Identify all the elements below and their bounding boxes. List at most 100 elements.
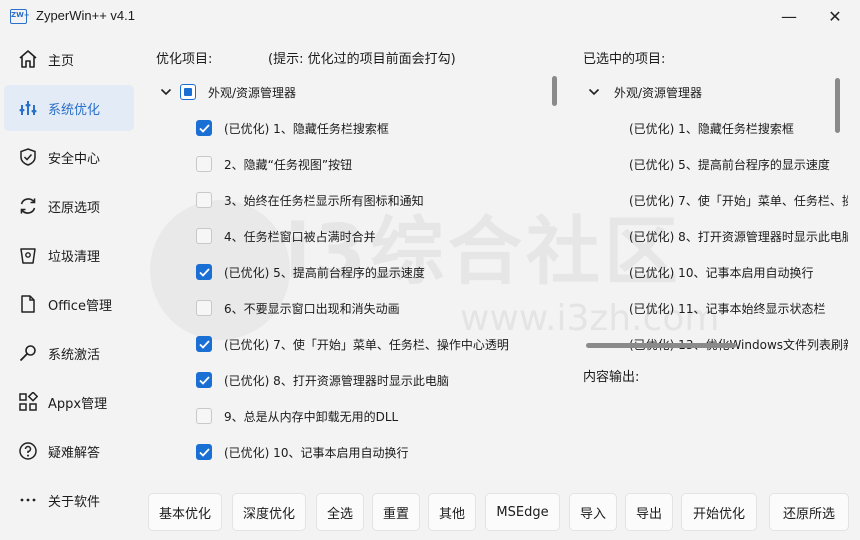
sidebar-item-label: 系统激活 [48,347,101,363]
import-button[interactable]: 导入 [569,493,617,531]
item-label: (已优化) 7、使「开始」菜单、任务栏、操作中心透明 [224,337,509,352]
item-checkbox[interactable] [196,444,212,460]
selected-item-label: (已优化) 10、记事本启用自动换行 [629,265,814,280]
item-label: (已优化) 5、提高前台程序的显示速度 [224,265,425,280]
selected-item-label: (已优化) 1、隐藏任务栏搜索框 [629,121,794,136]
item-label: (已优化) 1、隐藏任务栏搜索框 [224,121,389,136]
sidebar-item-about[interactable]: 关于软件 [4,477,134,523]
optimize-items-panel: 优化项目: (提示: 优化过的项目前面会打勾) 外观/资源管理器 (已优化) 1… [150,40,565,480]
restore-icon [17,195,39,217]
list-item[interactable]: 2、隐藏“任务视图”按钮 [196,146,563,182]
list-item[interactable]: (已优化) 7、使「开始」菜单、任务栏、操作中心透明 [629,182,848,218]
list-item[interactable]: (已优化) 10、记事本启用自动换行 [629,254,813,290]
list-item[interactable]: 6、不要显示窗口出现和消失动画 [196,290,563,326]
optimize-items-header: 优化项目: [156,52,213,67]
check-icon [198,339,210,349]
right-horizontal-scrollbar[interactable] [586,343,736,348]
deep-optimize-button[interactable]: 深度优化 [232,493,306,531]
document-icon [17,293,39,315]
sidebar-item-label: Office管理 [48,298,112,314]
item-checkbox[interactable] [196,192,212,208]
shield-icon [17,146,39,168]
sidebar-item-appx[interactable]: Appx管理 [4,379,134,425]
selected-item-label: (已优化) 5、提高前台程序的显示速度 [629,157,830,172]
group-label: 外观/资源管理器 [208,85,297,100]
item-label: 6、不要显示窗口出现和消失动画 [224,301,400,316]
list-item[interactable]: (已优化) 5、提高前台程序的显示速度 [629,146,830,182]
list-item[interactable]: (已优化) 1、隐藏任务栏搜索框 [196,110,563,146]
item-checkbox[interactable] [196,300,212,316]
chevron-down-icon[interactable] [158,84,174,100]
selected-tree[interactable]: 外观/资源管理器 (已优化) 1、隐藏任务栏搜索框 (已优化) 5、提高前台程序… [578,74,848,354]
msedge-button[interactable]: MSEdge [485,493,560,531]
group-checkbox[interactable] [180,84,196,100]
selected-items-panel: 已选中的项目: 外观/资源管理器 (已优化) 1、隐藏任务栏搜索框 (已优化) … [578,40,848,480]
item-checkbox[interactable] [196,156,212,172]
tree-group-appearance[interactable]: 外观/资源管理器 [158,74,558,110]
other-button[interactable]: 其他 [428,493,476,531]
list-item[interactable]: (已优化) 10、记事本启用自动换行 [196,434,563,470]
list-item-partial[interactable] [196,470,563,480]
sidebar: 主页 系统优化 安全中心 还原选项 垃圾清理 Office管理 系统激活 App… [0,34,140,540]
restore-selected-button[interactable]: 还原所选 [769,493,849,531]
sidebar-item-label: Appx管理 [48,396,108,412]
item-label: (已优化) 10、记事本启用自动换行 [224,445,409,460]
item-label: 4、任务栏窗口被占满时合并 [224,229,376,244]
select-all-button[interactable]: 全选 [316,493,364,531]
reset-button[interactable]: 重置 [372,493,420,531]
window-title: ZyperWin++ v4.1 [36,8,135,23]
list-item[interactable]: (已优化) 8、打开资源管理器时显示此电脑 [629,218,848,254]
system-optimize-icon [17,97,39,119]
check-icon [198,447,210,457]
left-scrollbar[interactable] [552,76,557,106]
list-item[interactable]: 9、总是从内存中卸载无用的DLL [196,398,563,434]
sidebar-item-home[interactable]: 主页 [4,36,134,82]
apps-grid-icon [17,391,39,413]
item-checkbox[interactable] [196,228,212,244]
list-item[interactable]: 4、任务栏窗口被占满时合并 [196,218,563,254]
selected-group[interactable]: 外观/资源管理器 [588,74,702,110]
title-bar: ZW+ ZyperWin++ v4.1 — ✕ [0,0,860,34]
sidebar-item-label: 垃圾清理 [48,249,101,265]
selected-items-header: 已选中的项目: [583,52,666,67]
optimize-tree[interactable]: 外观/资源管理器 (已优化) 1、隐藏任务栏搜索框 2、隐藏“任务视图”按钮 3… [150,74,563,480]
sidebar-item-office[interactable]: Office管理 [4,281,134,327]
sidebar-item-help[interactable]: 疑难解答 [4,428,134,474]
sidebar-item-security[interactable]: 安全中心 [4,134,134,180]
list-item[interactable]: (已优化) 7、使「开始」菜单、任务栏、操作中心透明 [196,326,563,362]
right-vertical-scrollbar[interactable] [835,78,840,133]
item-label: 3、始终在任务栏显示所有图标和通知 [224,193,424,208]
list-item[interactable]: (已优化) 13、优化Windows文件列表刷新策略 [629,326,848,354]
selected-item-label: (已优化) 8、打开资源管理器时显示此电脑 [629,229,848,244]
item-checkbox[interactable] [196,408,212,424]
sidebar-item-activation[interactable]: 系统激活 [4,330,134,376]
sidebar-item-system-optimize[interactable]: 系统优化 [4,85,134,131]
close-button[interactable]: ✕ [817,4,853,30]
trash-icon [17,244,39,266]
start-optimize-button[interactable]: 开始优化 [681,493,757,531]
basic-optimize-button[interactable]: 基本优化 [148,493,222,531]
sidebar-item-restore[interactable]: 还原选项 [4,183,134,229]
more-icon [17,489,39,511]
minimize-button[interactable]: — [771,4,807,30]
list-item[interactable]: (已优化) 5、提高前台程序的显示速度 [196,254,563,290]
list-item[interactable]: (已优化) 8、打开资源管理器时显示此电脑 [196,362,563,398]
item-checkbox[interactable] [196,372,212,388]
list-item[interactable]: (已优化) 1、隐藏任务栏搜索框 [629,110,794,146]
sidebar-item-cleanup[interactable]: 垃圾清理 [4,232,134,278]
list-item[interactable]: (已优化) 11、记事本始终显示状态栏 [629,290,825,326]
selected-item-label: (已优化) 11、记事本始终显示状态栏 [629,301,826,316]
sidebar-item-label: 还原选项 [48,200,101,216]
item-checkbox[interactable] [196,264,212,280]
export-button[interactable]: 导出 [625,493,673,531]
item-label: (已优化) 8、打开资源管理器时显示此电脑 [224,373,449,388]
item-checkbox[interactable] [196,336,212,352]
output-label: 内容输出: [583,370,640,385]
chevron-down-icon[interactable] [588,88,600,96]
sidebar-item-label: 安全中心 [48,151,101,167]
key-icon [17,342,39,364]
item-checkbox[interactable] [196,120,212,136]
optimize-hint: (提示: 优化过的项目前面会打勾) [268,52,456,67]
list-item[interactable]: 3、始终在任务栏显示所有图标和通知 [196,182,563,218]
check-icon [198,267,210,277]
